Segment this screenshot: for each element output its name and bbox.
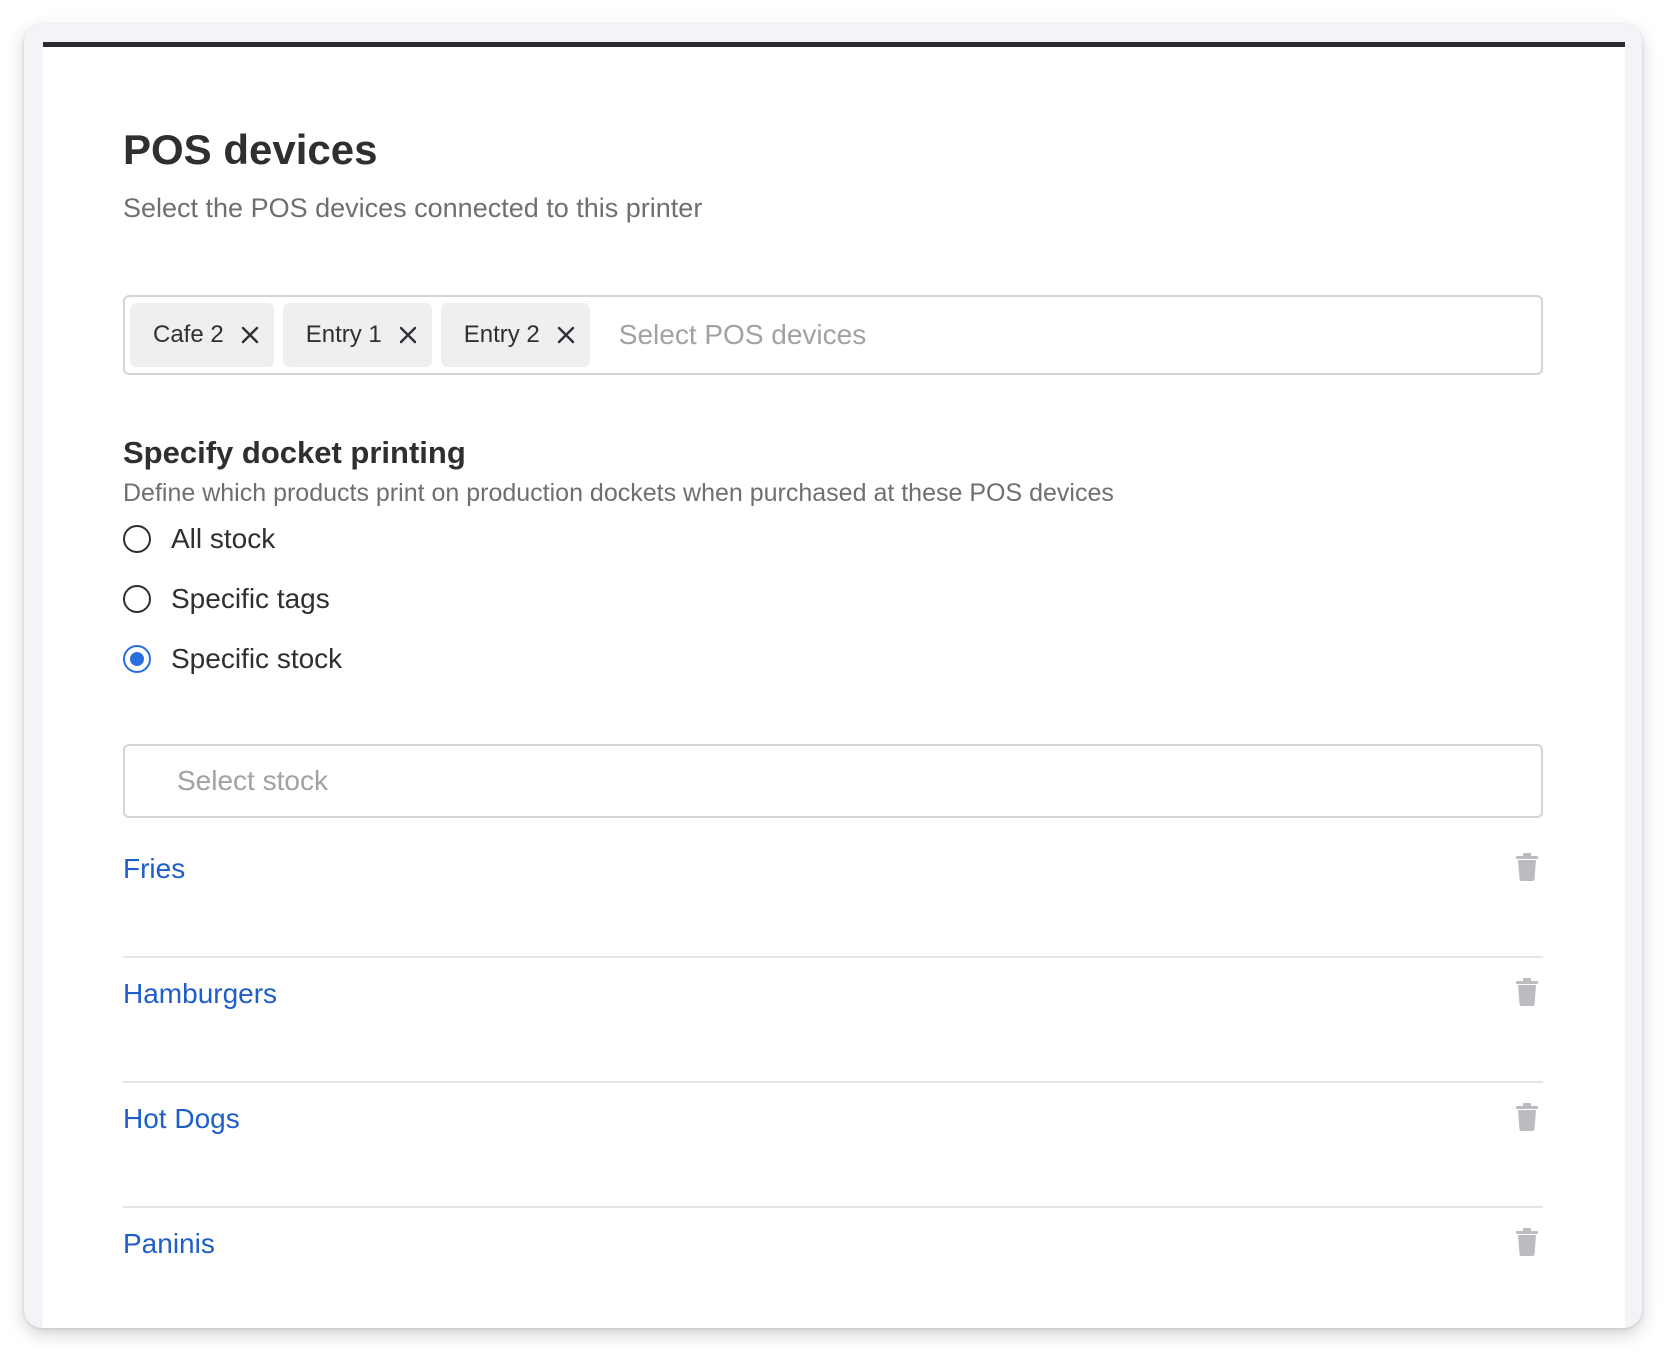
list-item: Paninis bbox=[123, 1208, 1543, 1328]
stock-item-link[interactable]: Fries bbox=[123, 853, 185, 885]
window-frame: POS devices Select the POS devices conne… bbox=[24, 24, 1642, 1328]
pos-devices-multiselect[interactable]: Cafe 2 Entry 1 Entry 2 bbox=[123, 295, 1543, 375]
list-item: Hot Dogs bbox=[123, 1083, 1543, 1208]
radio-option-specific-stock[interactable]: Specific stock bbox=[123, 639, 342, 679]
docket-section-subtitle: Define which products print on productio… bbox=[123, 479, 1114, 507]
list-item: Fries bbox=[123, 833, 1543, 958]
trash-icon[interactable] bbox=[1515, 1228, 1539, 1256]
stock-item-link[interactable]: Paninis bbox=[123, 1228, 215, 1260]
stock-item-link[interactable]: Hot Dogs bbox=[123, 1103, 240, 1135]
trash-icon[interactable] bbox=[1515, 978, 1539, 1006]
stock-item-link[interactable]: Hamburgers bbox=[123, 978, 277, 1010]
radio-option-specific-tags[interactable]: Specific tags bbox=[123, 579, 330, 619]
radio-button[interactable] bbox=[123, 585, 151, 613]
radio-label: All stock bbox=[171, 523, 276, 554]
radio-label: Specific stock bbox=[171, 643, 343, 674]
device-chip-label: Entry 2 bbox=[463, 321, 540, 348]
radio-option-all-stock[interactable]: All stock bbox=[123, 519, 275, 559]
stock-search-input[interactable] bbox=[175, 764, 1479, 798]
trash-icon[interactable] bbox=[1515, 1103, 1539, 1131]
close-icon[interactable] bbox=[398, 325, 418, 345]
close-icon[interactable] bbox=[240, 325, 260, 345]
device-chip-label: Cafe 2 bbox=[153, 321, 224, 348]
stock-select[interactable] bbox=[123, 744, 1543, 818]
device-chip: Cafe 2 bbox=[130, 303, 274, 367]
docket-section-title: Specify docket printing bbox=[123, 435, 466, 470]
device-chip-label: Entry 1 bbox=[305, 321, 382, 348]
page-subtitle: Select the POS devices connected to this… bbox=[123, 193, 703, 223]
device-chip: Entry 2 bbox=[440, 303, 590, 367]
settings-card: POS devices Select the POS devices conne… bbox=[43, 42, 1625, 1328]
trash-icon[interactable] bbox=[1515, 853, 1539, 881]
close-icon[interactable] bbox=[556, 325, 576, 345]
device-chip: Entry 1 bbox=[282, 303, 432, 367]
radio-button[interactable] bbox=[123, 525, 151, 553]
page-title: POS devices bbox=[123, 126, 378, 173]
list-item: Hamburgers bbox=[123, 958, 1543, 1083]
stock-list: Fries Hamburgers Hot Dogs Paninis bbox=[123, 833, 1543, 1328]
radio-label: Specific tags bbox=[171, 583, 330, 614]
radio-button-selected[interactable] bbox=[123, 645, 151, 673]
pos-devices-search-input[interactable] bbox=[616, 318, 1221, 352]
